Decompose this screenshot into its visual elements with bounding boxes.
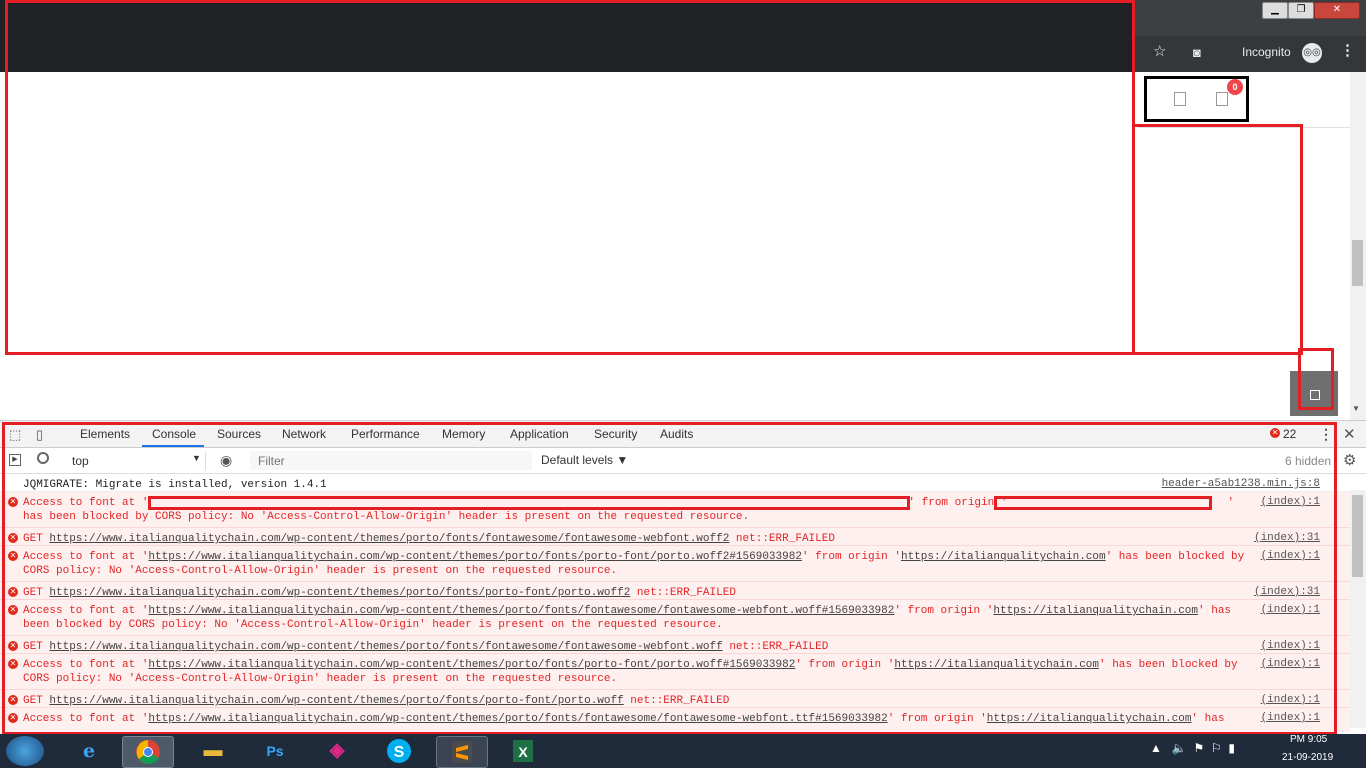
svg-text:X: X	[518, 744, 528, 760]
console-settings-icon[interactable]: ⚙	[1343, 451, 1356, 469]
user-icon[interactable]	[1174, 92, 1186, 106]
console-scrollbar-thumb[interactable]	[1352, 495, 1363, 577]
svg-text:S: S	[394, 744, 405, 761]
minimize-button[interactable]: ▁	[1262, 2, 1288, 19]
highlight-box-scroll-top	[1298, 348, 1334, 410]
photoshop-icon[interactable]: Ps	[250, 736, 300, 766]
start-button[interactable]	[6, 736, 44, 766]
maximize-button[interactable]: ❐	[1288, 2, 1314, 19]
clock-time[interactable]: PM 9:05	[1290, 734, 1327, 745]
devtools-close-icon[interactable]: ✕	[1343, 425, 1356, 443]
sublime-text-icon[interactable]	[436, 736, 488, 768]
camera-icon[interactable]: ◙	[1193, 45, 1201, 61]
page-scrollbar-thumb[interactable]	[1352, 240, 1363, 286]
system-tray[interactable]: ▲ 🔈 ⚑ ⚐ ▮	[1150, 741, 1235, 755]
close-window-button[interactable]: ✕	[1314, 2, 1360, 19]
file-explorer-icon[interactable]: ▬	[188, 736, 238, 766]
bookmark-star-icon[interactable]: ☆	[1153, 44, 1166, 60]
scroll-down-arrow-icon[interactable]: ▼	[1352, 404, 1360, 413]
redaction-box-main	[5, 0, 1135, 355]
redaction-box-side	[1132, 124, 1303, 355]
incognito-icon[interactable]: ◎◎	[1302, 43, 1322, 63]
skype-icon[interactable]: S	[374, 736, 424, 766]
internet-explorer-icon[interactable]: e	[64, 736, 114, 766]
clock-date[interactable]: 21-09-2019	[1282, 752, 1333, 763]
browser-menu-icon[interactable]: ⋮	[1340, 43, 1355, 59]
chrome-icon[interactable]	[122, 736, 174, 768]
highlight-box-devtools	[2, 422, 1337, 735]
app-icon[interactable]: ◈	[312, 736, 362, 766]
cart-count-badge: 0	[1227, 79, 1243, 95]
cart-icon[interactable]	[1216, 92, 1228, 106]
incognito-label: Incognito	[1242, 45, 1291, 59]
excel-icon[interactable]: X	[498, 736, 548, 766]
